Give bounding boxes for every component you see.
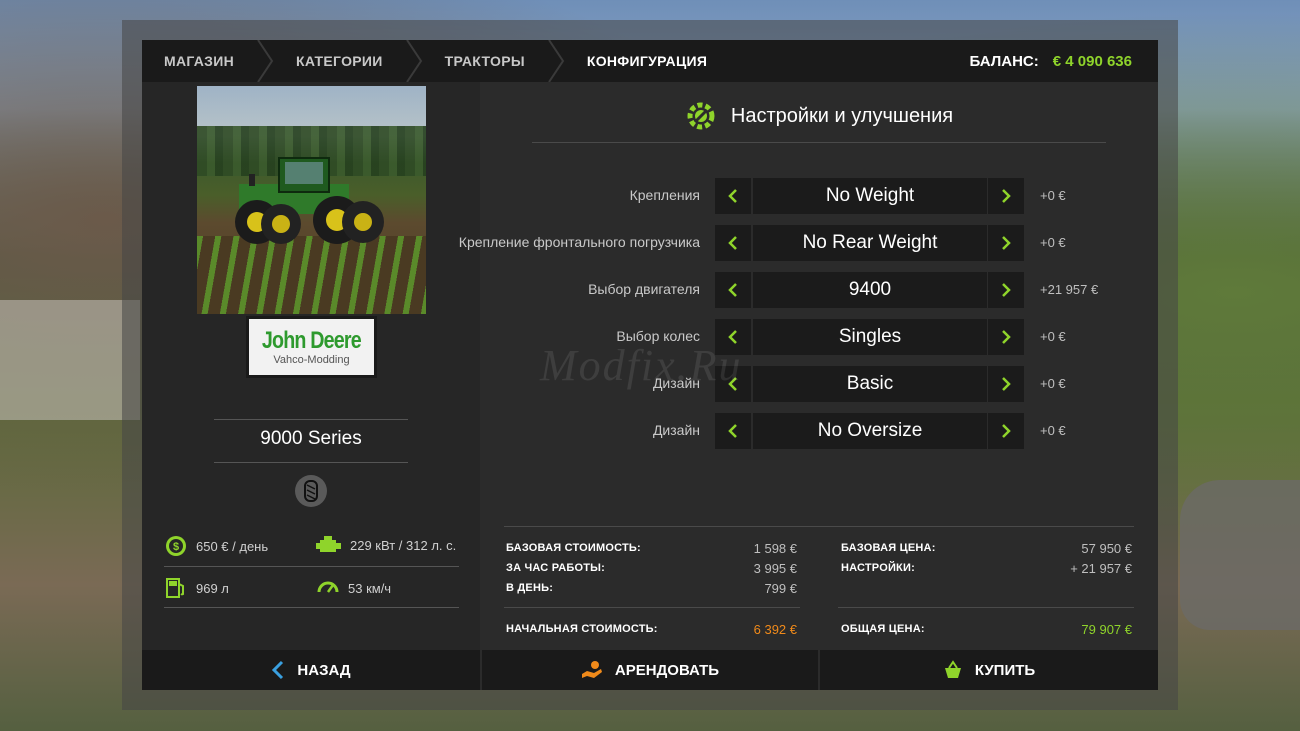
chevron-left-icon [272, 660, 284, 680]
tire-icon [295, 475, 327, 507]
stat-speed: 53 км/ч [316, 576, 391, 600]
brand-name: John Deere [262, 327, 362, 354]
hand-money-icon [581, 661, 602, 678]
divider [214, 419, 408, 420]
config-row-value: Singles [753, 319, 987, 355]
stat-power-value: 229 кВт / 312 л. с. [350, 537, 457, 553]
tractor-icon [235, 157, 384, 244]
prev-option-button[interactable] [715, 225, 751, 261]
next-option-button[interactable] [988, 178, 1024, 214]
config-row-label: Крепление фронтального погрузчика [458, 234, 700, 250]
lease-total-label: НАЧАЛЬНАЯ СТОИМОСТЬ: [506, 623, 658, 635]
stat-power: 229 кВт / 312 л. с. [316, 534, 456, 556]
breadcrumb-shop[interactable]: МАГАЗИН [142, 40, 256, 82]
divider [164, 566, 459, 567]
lease-cost-label: В ДЕНЬ: [506, 582, 554, 594]
basket-icon [944, 660, 961, 678]
divider [214, 462, 408, 463]
wrench-gear-icon [687, 102, 715, 130]
divider [164, 607, 459, 608]
buy-cost-value: + 21 957 € [1070, 561, 1132, 576]
lease-cost-value: 1 598 € [753, 541, 797, 556]
config-row-price: +0 € [1040, 376, 1066, 391]
lease-cost-label: БАЗОВАЯ СТОИМОСТЬ: [506, 542, 641, 554]
config-row-price: +0 € [1040, 188, 1066, 203]
divider [838, 607, 1134, 608]
back-button[interactable]: НАЗАД [142, 650, 480, 690]
next-option-button[interactable] [988, 225, 1024, 261]
prev-option-button[interactable] [715, 413, 751, 449]
buy-cost-label: НАСТРОЙКИ: [841, 562, 915, 574]
config-row-label: Крепления [629, 187, 700, 203]
next-option-button[interactable] [988, 272, 1024, 308]
breadcrumb-separator [405, 40, 423, 82]
next-option-button[interactable] [988, 319, 1024, 355]
config-row-price: +21 957 € [1040, 282, 1099, 297]
stat-speed-value: 53 км/ч [348, 580, 392, 596]
divider [504, 607, 800, 608]
svg-text:$: $ [173, 541, 179, 553]
config-row-price: +0 € [1040, 235, 1066, 250]
bottom-bar: НАЗАД АРЕНДОВАТЬ КУПИТЬ [142, 650, 1158, 690]
balance: БАЛАНС: € 4 090 636 [970, 40, 1133, 82]
lease-cost-label: ЗА ЧАС РАБОТЫ: [506, 562, 606, 574]
stat-fuel: 969 л [164, 576, 229, 600]
vehicle-info: John Deere Vahco-Modding 9000 Series $ 6… [142, 82, 480, 650]
brand-logo: John Deere Vahco-Modding [246, 316, 377, 378]
buy-cost-value: 57 950 € [1081, 541, 1132, 556]
stat-rent: $ 650 € / день [164, 534, 268, 558]
balance-label: БАЛАНС: [969, 52, 1039, 70]
engine-icon [316, 536, 341, 552]
lease-total-value: 6 392 € [753, 622, 797, 637]
lease-button-label: АРЕНДОВАТЬ [614, 661, 720, 679]
brand-subtitle: Vahco-Modding [273, 354, 350, 366]
vehicle-image [197, 86, 426, 314]
balance-value: € 4 090 636 [1052, 52, 1132, 70]
breadcrumb-separator [547, 40, 565, 82]
breadcrumb-tractors[interactable]: ТРАКТОРЫ [423, 40, 547, 82]
background-rock [1180, 480, 1300, 630]
config-title-text: Настройки и улучшения [730, 104, 954, 127]
buy-cost-label: БАЗОВАЯ ЦЕНА: [841, 542, 936, 554]
stat-rent-value: 650 € / день [196, 538, 269, 554]
stat-fuel-value: 969 л [196, 580, 229, 596]
breadcrumb-separator [256, 40, 274, 82]
buy-total-label: ОБЩАЯ ЦЕНА: [841, 623, 925, 635]
breadcrumb-configuration: КОНФИГУРАЦИЯ [586, 53, 708, 69]
divider [532, 142, 1106, 143]
next-option-button[interactable] [988, 413, 1024, 449]
lease-button[interactable]: АРЕНДОВАТЬ [482, 650, 818, 690]
next-option-button[interactable] [988, 366, 1024, 402]
top-bar: МАГАЗИН КАТЕГОРИИ ТРАКТОРЫ КОНФИГУРАЦИЯ … [142, 40, 1158, 82]
config-row-value: No Rear Weight [753, 225, 987, 261]
buy-total-value: 79 907 € [1081, 622, 1132, 637]
fuel-pump-icon [166, 578, 184, 598]
config-row-value: Basic [753, 366, 987, 402]
lease-cost-value: 3 995 € [753, 561, 797, 576]
back-button-label: НАЗАД [297, 661, 351, 679]
prev-option-button[interactable] [715, 178, 751, 214]
config-title: Настройки и улучшения [480, 100, 1158, 132]
lease-cost-value: 799 € [764, 581, 797, 596]
model-name: 9000 Series [260, 428, 362, 449]
buy-button-label: КУПИТЬ [974, 661, 1036, 679]
config-row-label: Выбор двигателя [588, 281, 700, 297]
config-row-value: No Weight [753, 178, 987, 214]
background-building [0, 300, 140, 420]
breadcrumb-categories[interactable]: КАТЕГОРИИ [274, 40, 405, 82]
buy-button[interactable]: КУПИТЬ [820, 650, 1158, 690]
divider [504, 526, 1134, 527]
prev-option-button[interactable] [715, 272, 751, 308]
speedometer-icon [317, 581, 339, 593]
config-row-price: +0 € [1040, 329, 1066, 344]
config-row-value: 9400 [753, 272, 987, 308]
watermark: Modfix.Ru [540, 341, 743, 390]
config-row-value: No Oversize [753, 413, 987, 449]
config-row-price: +0 € [1040, 423, 1066, 438]
config-row-label: Дизайн [652, 422, 700, 438]
money-gear-icon: $ [166, 536, 186, 556]
